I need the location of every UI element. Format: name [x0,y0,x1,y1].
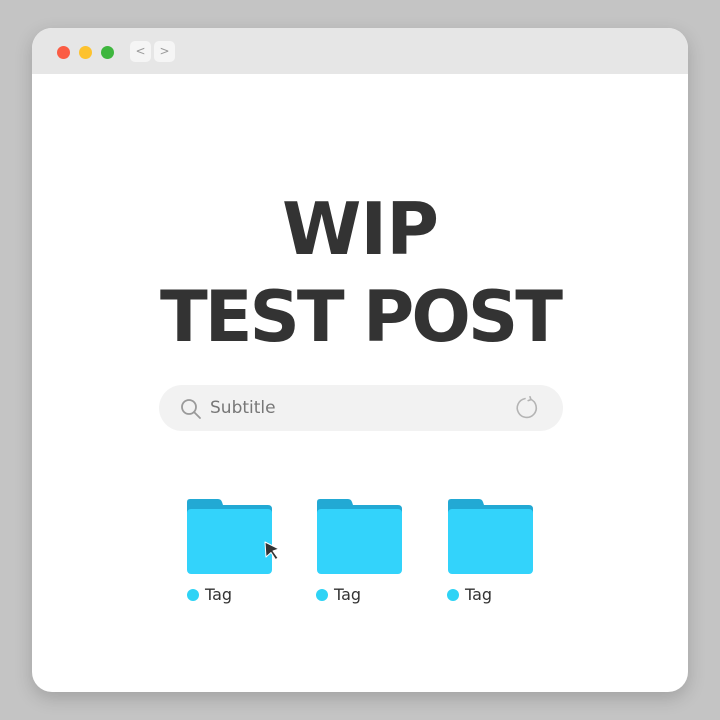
search-bar[interactable]: Subtitle [159,385,563,431]
tag-label: Tag [205,585,233,604]
mouse-cursor-icon [264,541,280,560]
browser-window: < > WIP TEST POST Subtitle Tag Tag Tag [32,28,688,692]
tag-label: Tag [334,585,362,604]
forward-button[interactable]: > [154,41,175,62]
tag-dot-icon [316,589,328,601]
folder-icon[interactable] [446,498,536,578]
minimize-button[interactable] [79,46,92,59]
folder-icon[interactable] [185,498,275,578]
refresh-icon[interactable] [515,396,539,420]
page-title-line-2: TEST POST [159,276,563,358]
page-title-line-1: WIP [282,187,439,271]
back-button[interactable]: < [130,41,151,62]
tag-dot-icon [187,589,199,601]
tag-dot-icon [447,589,459,601]
folder-icon[interactable] [315,498,405,578]
title-bar: < > [32,28,688,74]
search-icon [181,399,201,419]
tag-label: Tag [465,585,493,604]
search-input[interactable]: Subtitle [210,397,276,419]
close-button[interactable] [57,46,70,59]
maximize-button[interactable] [101,46,114,59]
